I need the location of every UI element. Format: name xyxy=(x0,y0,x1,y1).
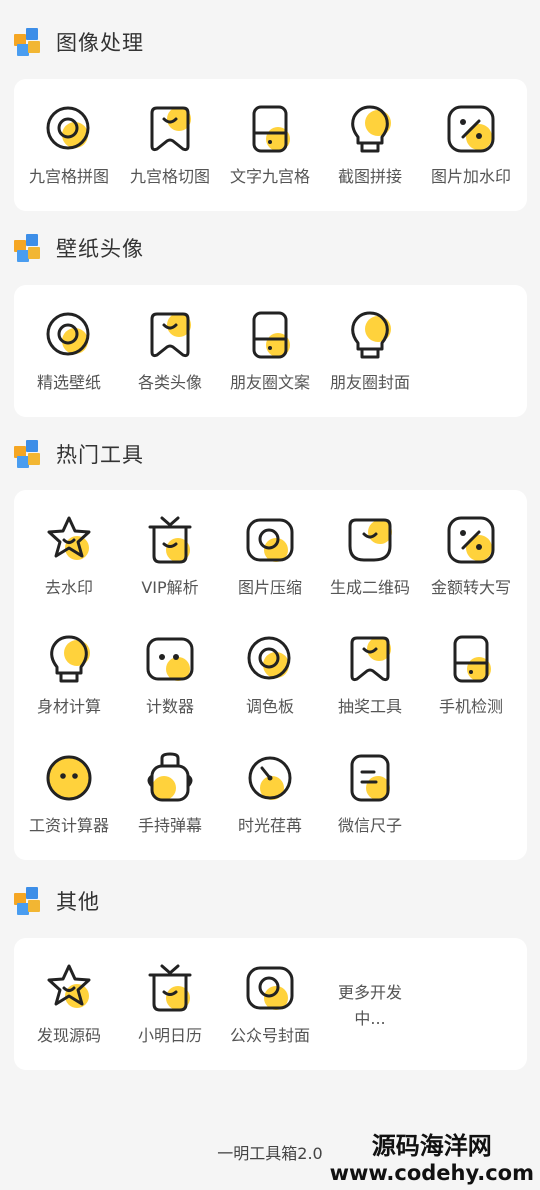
cubes-icon xyxy=(14,887,42,915)
ring-icon xyxy=(41,307,97,363)
tool-item[interactable]: 朋友圈封面 xyxy=(319,307,421,393)
tool-label: 手机检测 xyxy=(438,697,503,716)
ring-icon xyxy=(242,631,298,687)
tool-label: 生成二维码 xyxy=(329,578,410,597)
more-coming-label: 更多开发中... xyxy=(337,983,402,1028)
section-header-other: 其他 xyxy=(14,886,100,916)
tool-item[interactable]: 小明日历 xyxy=(119,960,221,1046)
tool-label: 精选壁纸 xyxy=(36,373,101,392)
section-title: 壁纸头像 xyxy=(56,237,144,261)
tool-label: 九宫格拼图 xyxy=(28,167,109,186)
tool-item[interactable]: 发现源码 xyxy=(18,960,120,1046)
card-wallpaper: 精选壁纸 各类头像 朋友圈文案 朋友圈封面 xyxy=(14,285,527,417)
cubes-icon xyxy=(14,28,42,56)
tool-label: 手持弹幕 xyxy=(137,816,202,835)
camera-icon xyxy=(242,960,298,1016)
section-title: 热门工具 xyxy=(56,443,144,467)
phone-icon xyxy=(443,631,499,687)
tooth-icon xyxy=(142,307,198,363)
tool-item[interactable]: 时光荏苒 xyxy=(219,750,321,836)
smile-icon xyxy=(342,512,398,568)
tool-label: 九宫格切图 xyxy=(129,167,210,186)
tooth-icon xyxy=(342,631,398,687)
more-coming-item: 更多开发中... xyxy=(319,980,421,1032)
note-icon xyxy=(342,750,398,806)
cubes-icon xyxy=(14,234,42,262)
watermark-url: www.codehy.com xyxy=(329,1161,534,1185)
tool-label: 图片加水印 xyxy=(430,167,511,186)
face-icon xyxy=(142,631,198,687)
section-title: 图像处理 xyxy=(56,31,144,55)
card-hot-tools: 去水印 VIP解析 图片压缩 生成二维码 金额转大写 身材计算 计数器 调色板 … xyxy=(14,490,527,860)
tooth-icon xyxy=(142,101,198,157)
tool-item[interactable]: 手机检测 xyxy=(420,631,522,717)
dial-icon xyxy=(242,750,298,806)
tool-item[interactable]: VIP解析 xyxy=(119,512,221,598)
tool-label: 朋友圈封面 xyxy=(329,373,410,392)
tool-item[interactable]: 公众号封面 xyxy=(219,960,321,1046)
tool-label: 各类头像 xyxy=(137,373,202,392)
card-other: 发现源码 小明日历 公众号封面 更多开发中... xyxy=(14,938,527,1070)
percent-icon xyxy=(443,101,499,157)
emoji-icon xyxy=(41,750,97,806)
tool-label: 抽奖工具 xyxy=(337,697,402,716)
tool-label: 时光荏苒 xyxy=(237,816,302,835)
cubes-icon xyxy=(14,440,42,468)
tool-item[interactable]: 各类头像 xyxy=(119,307,221,393)
tool-label: 计数器 xyxy=(145,697,194,716)
card-image-processing: 九宫格拼图 九宫格切图 文字九宫格 截图拼接 图片加水印 xyxy=(14,79,527,211)
tool-item[interactable]: 计数器 xyxy=(119,631,221,717)
tool-item[interactable]: 图片压缩 xyxy=(219,512,321,598)
tool-label: 工资计算器 xyxy=(28,816,109,835)
section-title: 其他 xyxy=(56,890,100,914)
tool-item[interactable]: 朋友圈文案 xyxy=(219,307,321,393)
tool-item[interactable]: 工资计算器 xyxy=(18,750,120,836)
tool-label: 身材计算 xyxy=(36,697,101,716)
tool-item[interactable]: 调色板 xyxy=(219,631,321,717)
tv-icon xyxy=(142,960,198,1016)
section-header-hot-tools: 热门工具 xyxy=(14,439,144,469)
star-icon xyxy=(41,512,97,568)
tool-item[interactable]: 金额转大写 xyxy=(420,512,522,598)
tool-item[interactable]: 精选壁纸 xyxy=(18,307,120,393)
section-header-wallpaper: 壁纸头像 xyxy=(14,233,144,263)
section-header-image-processing: 图像处理 xyxy=(14,27,144,57)
percent-icon xyxy=(443,512,499,568)
tool-item[interactable]: 微信尺子 xyxy=(319,750,421,836)
phone-icon xyxy=(242,307,298,363)
handbag-icon xyxy=(142,750,198,806)
tool-item[interactable]: 身材计算 xyxy=(18,631,120,717)
bulb-icon xyxy=(342,307,398,363)
tool-label: 发现源码 xyxy=(36,1026,101,1045)
tool-item[interactable]: 截图拼接 xyxy=(319,101,421,187)
tool-label: 去水印 xyxy=(44,578,93,597)
tool-label: 金额转大写 xyxy=(430,578,511,597)
bulb-icon xyxy=(342,101,398,157)
tool-item[interactable]: 九宫格拼图 xyxy=(18,101,120,187)
tool-item[interactable]: 文字九宫格 xyxy=(219,101,321,187)
tool-label: 截图拼接 xyxy=(337,167,402,186)
tool-label: 公众号封面 xyxy=(229,1026,310,1045)
tool-item[interactable]: 手持弹幕 xyxy=(119,750,221,836)
tool-label: 调色板 xyxy=(245,697,294,716)
watermark: 源码海洋网 www.codehy.com xyxy=(330,1132,534,1186)
tool-label: 朋友圈文案 xyxy=(229,373,310,392)
tool-label: 微信尺子 xyxy=(337,816,402,835)
tool-item[interactable]: 抽奖工具 xyxy=(319,631,421,717)
star-icon xyxy=(41,960,97,1016)
tv-icon xyxy=(142,512,198,568)
watermark-title: 源码海洋网 xyxy=(371,1132,492,1160)
bulb-icon xyxy=(41,631,97,687)
tool-label: VIP解析 xyxy=(141,578,199,597)
camera-icon xyxy=(242,512,298,568)
tool-item[interactable]: 九宫格切图 xyxy=(119,101,221,187)
tool-item[interactable]: 生成二维码 xyxy=(319,512,421,598)
tool-item[interactable]: 去水印 xyxy=(18,512,120,598)
tool-label: 图片压缩 xyxy=(237,578,302,597)
tool-item[interactable]: 图片加水印 xyxy=(420,101,522,187)
ring-icon xyxy=(41,101,97,157)
tool-label: 小明日历 xyxy=(137,1026,202,1045)
tool-label: 文字九宫格 xyxy=(229,167,310,186)
phone-icon xyxy=(242,101,298,157)
